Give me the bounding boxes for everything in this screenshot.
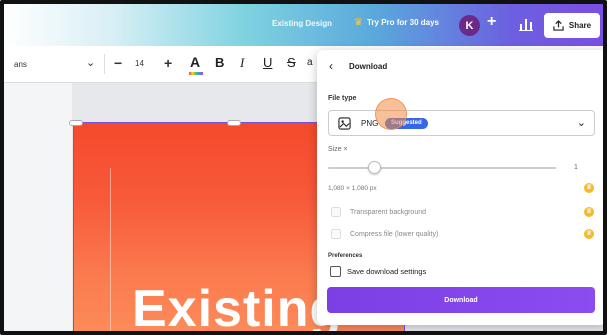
design-title[interactable]: Existing Design <box>272 19 332 28</box>
checkbox[interactable] <box>331 229 341 239</box>
increase-font-button[interactable]: + <box>164 55 172 71</box>
guide-line <box>110 168 111 331</box>
design-heading-text[interactable]: Existing <box>132 279 342 331</box>
try-pro-button[interactable]: ♛ Try Pro for 30 days <box>354 17 439 28</box>
share-icon <box>553 20 564 31</box>
file-type-select[interactable]: PNG Suggested ⌄ <box>328 110 595 136</box>
top-bar: Existing Design ♛ Try Pro for 30 days K … <box>4 4 603 46</box>
crown-icon: ♛ <box>354 17 363 28</box>
font-family-select[interactable]: ans <box>14 60 27 69</box>
pro-crown-icon: ♛ <box>584 183 594 193</box>
toolbar-divider <box>104 54 105 74</box>
preferences-label: Preferences <box>328 253 363 259</box>
share-label: Share <box>568 21 592 30</box>
transparent-background-option[interactable]: Transparent background <box>331 207 426 217</box>
plus-icon[interactable]: + <box>487 13 496 31</box>
case-button[interactable]: a <box>307 57 313 68</box>
color-bar <box>189 72 203 75</box>
canvas-margin <box>4 83 72 331</box>
download-button[interactable]: Download <box>327 287 595 313</box>
image-icon <box>338 117 351 130</box>
try-pro-label: Try Pro for 30 days <box>366 18 439 27</box>
pro-crown-icon: ♛ <box>584 207 594 217</box>
pro-crown-icon: ♛ <box>584 229 594 239</box>
size-slider-track[interactable] <box>328 167 556 169</box>
save-settings-label: Save download settings <box>347 267 427 276</box>
italic-button[interactable]: I <box>240 55 244 71</box>
bold-button[interactable]: B <box>215 55 224 70</box>
panel-title: Download <box>349 62 388 71</box>
strikethrough-button[interactable]: S <box>287 55 296 70</box>
chart-icon[interactable] <box>518 16 534 32</box>
size-label: Size × <box>328 146 348 153</box>
screen-frame: Existing Design ♛ Try Pro for 30 days K … <box>0 0 607 335</box>
decrease-font-button[interactable]: − <box>114 55 122 71</box>
checkbox[interactable] <box>331 207 341 217</box>
save-settings-checkbox[interactable] <box>330 266 341 277</box>
option-label: Transparent background <box>350 208 427 216</box>
back-arrow-icon[interactable]: ‹ <box>329 59 333 73</box>
resize-handle[interactable] <box>69 120 83 126</box>
size-slider-handle[interactable] <box>368 161 381 174</box>
text-color-button[interactable]: A <box>190 54 200 70</box>
compress-file-option[interactable]: Compress file (lower quality) <box>331 229 438 239</box>
dimensions-text: 1,080 × 1,080 px <box>328 185 377 192</box>
underline-button[interactable]: U <box>263 55 272 70</box>
font-size-input[interactable]: 14 <box>135 59 144 68</box>
option-label: Compress file (lower quality) <box>350 230 439 238</box>
avatar[interactable]: K <box>459 15 480 36</box>
share-button[interactable]: Share <box>544 13 600 38</box>
chevron-down-icon: ⌄ <box>576 117 586 129</box>
download-panel: ‹ Download File type PNG Suggested ⌄ Siz… <box>317 50 603 325</box>
cursor-highlight <box>375 98 407 130</box>
chevron-down-icon[interactable]: ⌄ <box>86 56 95 69</box>
size-value[interactable]: 1 <box>574 164 578 171</box>
file-type-label: File type <box>328 95 357 102</box>
resize-handle[interactable] <box>227 120 241 126</box>
save-settings-option[interactable]: Save download settings <box>330 266 426 277</box>
